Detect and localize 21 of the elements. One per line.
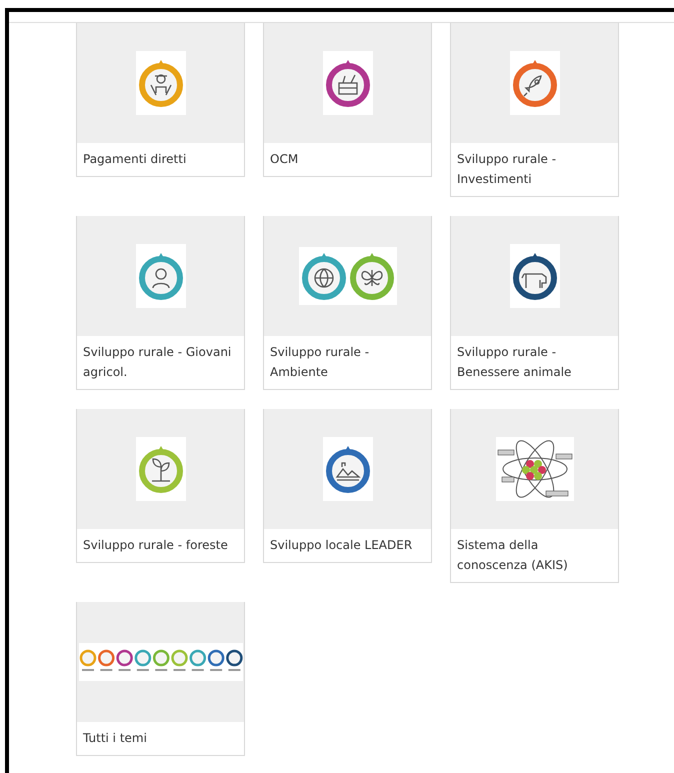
card-title: OCM	[269, 151, 300, 168]
atom-icon	[496, 437, 574, 501]
topic-card[interactable]: OCM	[263, 23, 432, 177]
topic-card[interactable]: Tutti i temi	[76, 602, 245, 756]
topic-card[interactable]: Sviluppo rurale - Giovani agricol.	[76, 216, 245, 390]
topic-card[interactable]: Pagamenti diretti	[76, 23, 245, 177]
card-title: Sviluppo rurale - Giovani agricol.	[82, 344, 232, 381]
topic-card[interactable]: Sviluppo rurale - Benessere animale	[450, 216, 619, 390]
card-title: Sistema della conoscenza (AKIS)	[456, 537, 569, 574]
topic-card[interactable]: Sviluppo rurale - foreste	[76, 409, 245, 563]
card-title: Sviluppo rurale - foreste	[82, 537, 229, 554]
card-title: Sviluppo rurale - Benessere animale	[456, 344, 572, 381]
card-title: Pagamenti diretti	[82, 151, 188, 168]
topic-card[interactable]: Sviluppo locale LEADER	[263, 409, 432, 563]
topic-card[interactable]: Sviluppo rurale - Ambiente	[263, 216, 432, 390]
topic-card[interactable]: Sviluppo rurale - Investimenti	[450, 23, 619, 197]
card-title: Sviluppo rurale - Investimenti	[456, 151, 558, 188]
card-title: Sviluppo locale LEADER	[269, 537, 414, 554]
card-title: Tutti i temi	[82, 730, 148, 747]
card-title: Sviluppo rurale - Ambiente	[269, 344, 370, 381]
topic-card[interactable]: Sistema della conoscenza (AKIS)	[450, 409, 619, 583]
